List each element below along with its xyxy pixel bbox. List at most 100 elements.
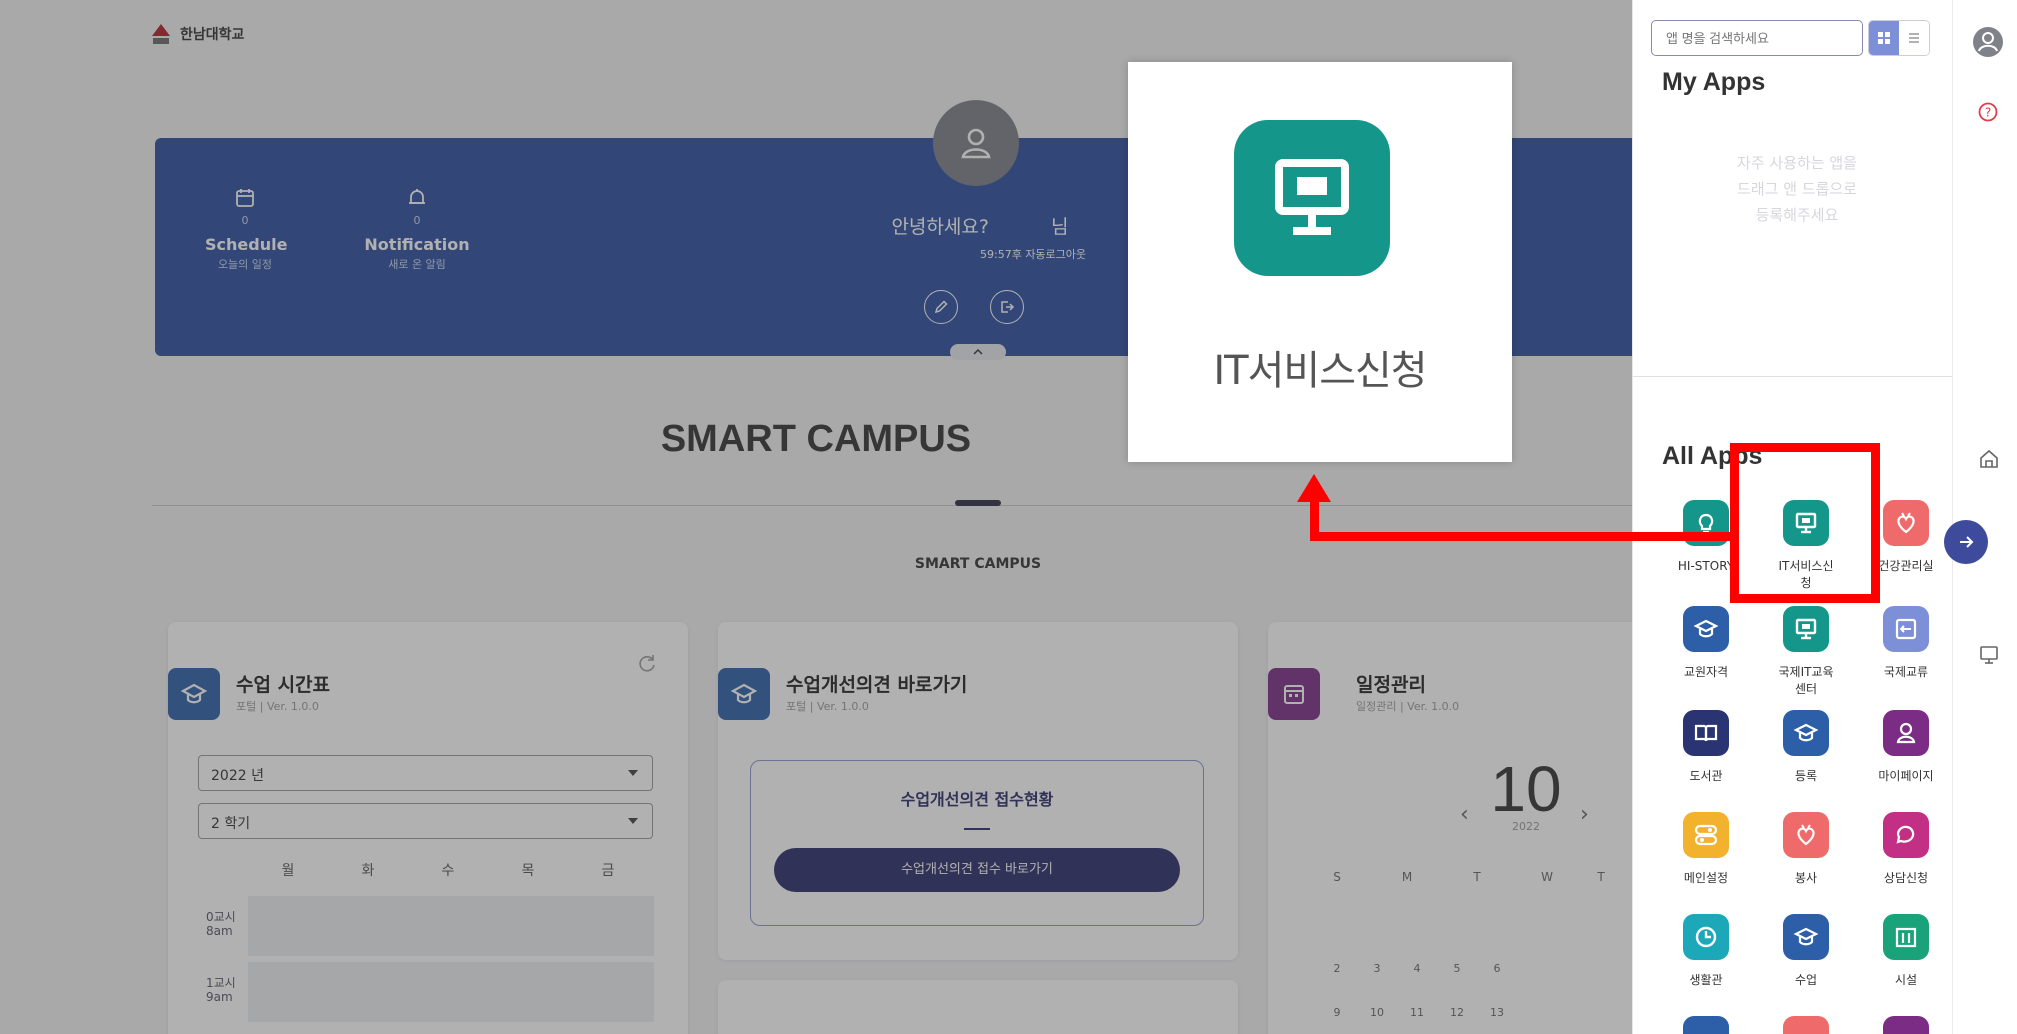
greeting: 안녕하세요? [891,216,989,238]
app-label: 시설 [1894,973,1918,987]
notification-label: Notification [364,235,470,254]
auto-logout-timer: 59:57후 자동로그아웃 [980,248,1087,261]
app-icon [1883,1016,1929,1034]
app-search-input[interactable] [1651,20,1863,56]
chevron-up-icon [973,348,983,355]
school-emblem-icon [152,24,170,44]
bell-icon [409,189,425,204]
panel-divider [1632,376,1952,377]
period-label: 1교시 9am [206,976,236,1004]
app-tile[interactable]: 국제IT교육센터 [1758,606,1854,698]
highlight-box [1730,443,1880,603]
view-toggle [1868,20,1930,56]
app-tile[interactable]: 국제교류 [1858,606,1954,681]
app-tile[interactable]: 상담신청 [1858,812,1954,887]
logout-button[interactable] [990,290,1024,324]
book-icon [1683,710,1729,756]
monitor-icon [1234,120,1390,276]
calendar-day[interactable]: 3 [1362,962,1392,975]
app-tile[interactable]: 생활관 [1658,914,1754,989]
app-tile[interactable] [1758,1016,1854,1034]
year-select[interactable]: 2022 년 [198,755,653,791]
timetable-row [248,962,654,1022]
my-apps-empty-hint: 자주 사용하는 앱을 드래그 앤 드롭으로 등록해주세요 [1737,154,1857,224]
list-view-button[interactable] [1899,21,1929,55]
semester-value: 2 학기 [211,816,251,832]
app-label: 마이페이지 [1878,769,1934,783]
year-value: 2022 년 [211,768,264,784]
app-tile[interactable]: 봉사 [1758,812,1854,887]
calendar-day[interactable]: 11 [1402,1006,1432,1019]
calendar-day[interactable]: 4 [1402,962,1432,975]
weekday-header: T [1473,870,1481,884]
next-month-button[interactable]: › [1580,802,1589,827]
graduation-cap-icon [718,668,770,720]
help-button[interactable]: ? [1978,102,1998,122]
calendar-day[interactable]: 9 [1322,1006,1352,1019]
graduation-cap-icon [168,668,220,720]
greeting-text: 안녕하세요? 님 [860,212,1100,239]
timetable-row [248,896,654,956]
app-label: 도서관 [1689,769,1723,783]
calendar-day[interactable]: 6 [1482,962,1512,975]
home-button[interactable] [1978,448,2000,470]
app-tile[interactable]: 메인설정 [1658,812,1754,887]
timetable-sub: 포털 | Ver. 1.0.0 [236,700,319,713]
app-tile[interactable]: 마이페이지 [1858,710,1954,785]
prev-month-button[interactable]: ‹ [1460,802,1469,827]
chevron-down-icon [628,770,638,776]
semester-select[interactable]: 2 학기 [198,803,653,839]
my-apps-title: My Apps [1662,68,1766,96]
building-icon [1883,914,1929,960]
collapse-banner-button[interactable] [950,344,1006,360]
annotation-arrow [1310,532,1730,541]
calendar-day[interactable]: 5 [1442,962,1472,975]
calendar-day[interactable]: 2 [1322,962,1352,975]
notification-widget[interactable]: 0 Notification 새로 온 알림 [362,186,472,272]
monitor-icon [1980,646,1998,664]
app-tile[interactable] [1858,1016,1954,1034]
calendar-day[interactable]: 10 [1362,1006,1392,1019]
weekday-header: T [1597,870,1605,884]
profile-button[interactable] [1972,26,2004,58]
heart-icon [1783,812,1829,858]
schedule-widget[interactable]: 0 Schedule 오늘의 일정 [205,186,287,272]
calendar-day[interactable]: 12 [1442,1006,1472,1019]
app-label: 국제IT교육센터 [1778,665,1834,696]
clock-icon [1683,914,1729,960]
help-icon: ? [1978,102,1998,122]
app-tile[interactable]: 교원자격 [1658,606,1754,681]
chat-icon [1883,812,1929,858]
notification-count: 0 [413,214,421,227]
edit-profile-button[interactable] [924,290,958,324]
notification-sub: 새로 온 알림 [388,258,446,271]
user-avatar [933,100,1019,186]
svg-text:?: ? [1985,106,1991,120]
weekday-header: W [1541,870,1553,884]
app-tile[interactable]: 등록 [1758,710,1854,785]
heart-icon [1883,500,1929,546]
title-divider-accent [955,500,1001,506]
day-header: 금 [601,863,615,879]
app-tile[interactable]: 수업 [1758,914,1854,989]
app-label: 교원자격 [1683,665,1729,679]
greeting-suffix: 님 [1051,216,1069,238]
desktop-button[interactable] [1978,644,2000,666]
course-feedback-title: 수업개선의견 바로가기 [786,674,968,696]
refresh-icon[interactable] [636,652,658,674]
next-card [718,980,1238,1034]
app-label: 봉사 [1794,871,1818,885]
app-icon [1783,1016,1829,1034]
grid-view-button[interactable] [1869,21,1899,55]
app-tile[interactable]: 시설 [1858,914,1954,989]
calendar-day[interactable]: 13 [1482,1006,1512,1019]
schedule-title: 일정관리 [1356,674,1426,696]
panel-next-button[interactable] [1944,520,1988,564]
zoom-callout-label: IT서비스신청 [1213,348,1427,394]
app-icon [1683,1016,1729,1034]
app-tile[interactable]: 도서관 [1658,710,1754,785]
feedback-link-button[interactable]: 수업개선의견 접수 바로가기 [774,848,1180,892]
school-logo[interactable]: 한남대학교 [150,22,244,46]
app-tile[interactable] [1658,1016,1754,1034]
day-header: 목 [521,863,535,879]
